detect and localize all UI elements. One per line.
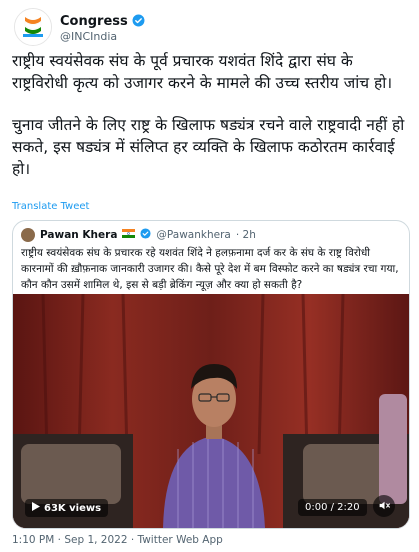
quoted-tweet[interactable]: Pawan Khera @Pawankhera · 2h राष्ट्रीय स… [12, 220, 410, 529]
india-flag-icon [122, 229, 136, 241]
quoted-age: · 2h [235, 229, 256, 241]
author-name[interactable]: Congress [60, 14, 128, 29]
translate-tweet-link[interactable]: Translate Tweet [12, 201, 89, 212]
quoted-text: राष्ट्रीय स्वयंसेवक संघ के प्रचारक रहे य… [21, 247, 399, 291]
quoted-header: Pawan Khera @Pawankhera · 2h [21, 228, 256, 242]
speaker-muted-icon [378, 497, 391, 516]
verified-badge-icon [132, 12, 145, 31]
tweet-timestamp[interactable]: 1:10 PM · Sep 1, 2022 · Twitter Web App [12, 534, 223, 546]
tweet-paragraph-2: चुनाव जीतने के लिए राष्ट्र के खिलाफ षड्य… [12, 116, 405, 178]
verified-badge-icon [140, 228, 151, 242]
quoted-author-handle[interactable]: @Pawankhera [156, 229, 230, 241]
video-frame [13, 294, 409, 528]
video-timecode: 0:00 / 2:20 [298, 499, 367, 516]
view-count: 63K views [25, 499, 109, 517]
congress-avatar[interactable] [14, 8, 52, 46]
quoted-author-name[interactable]: Pawan Khera [40, 229, 117, 241]
mute-button[interactable] [373, 495, 395, 517]
tweet-text: राष्ट्रीय स्वयंसेवक संघ के पूर्व प्रचारक… [12, 50, 406, 200]
author-handle[interactable]: @INCIndia [60, 30, 117, 43]
play-icon [32, 502, 40, 514]
video-player[interactable]: 63K views 0:00 / 2:20 [13, 294, 409, 528]
author-name-row: Congress [60, 12, 145, 31]
tweet-header: Congress @INCIndia [14, 8, 404, 48]
view-count-label: 63K views [44, 502, 102, 514]
quoted-avatar[interactable] [21, 228, 35, 242]
tweet-paragraph-1: राष्ट्रीय स्वयंसेवक संघ के पूर्व प्रचारक… [12, 52, 393, 92]
